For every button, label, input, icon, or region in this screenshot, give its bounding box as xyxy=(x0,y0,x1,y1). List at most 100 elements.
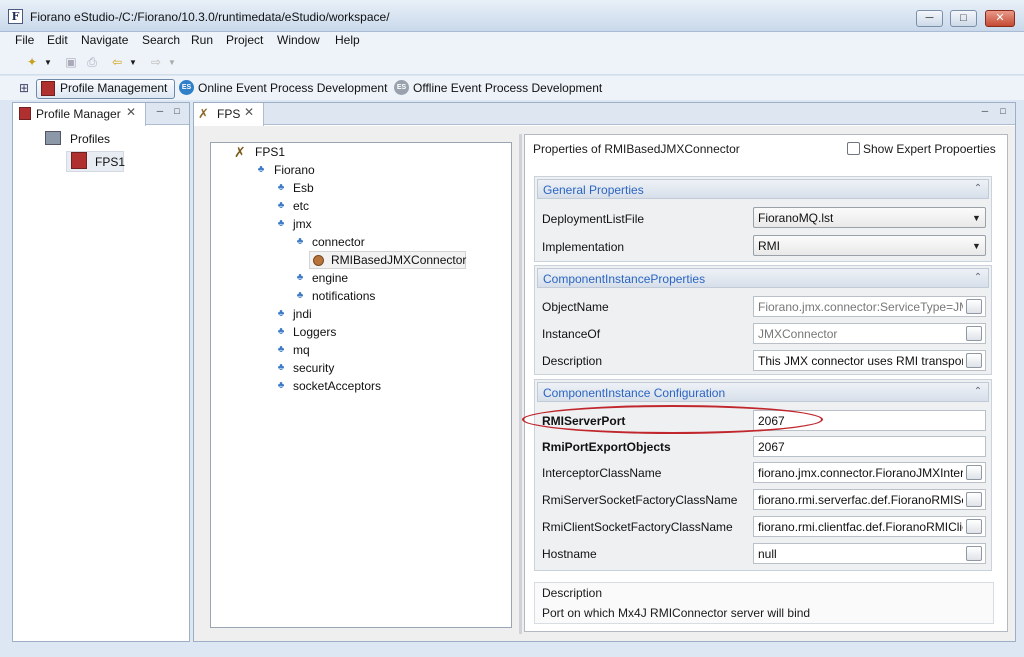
client-socket-factory-label: RmiClientSocketFactoryClassName xyxy=(542,520,733,534)
tree-node-etc[interactable]: etc xyxy=(293,199,309,213)
instance-of-label: InstanceOf xyxy=(542,327,601,341)
general-properties-title: General Properties xyxy=(543,183,644,197)
menu-file[interactable]: File xyxy=(15,33,34,47)
implementation-combo[interactable] xyxy=(753,235,986,256)
back-icon[interactable]: ⇦ xyxy=(109,55,125,70)
component-icon: ♣ xyxy=(277,182,285,193)
fps-tools-icon: ✗ xyxy=(198,106,209,121)
tree-node-jmx[interactable]: jmx xyxy=(293,217,312,231)
interceptor-edit-button[interactable] xyxy=(966,465,982,480)
profiles-node-label[interactable]: Profiles xyxy=(70,132,110,146)
tree-node-engine[interactable]: engine xyxy=(312,271,348,285)
client-socket-factory-value: fiorano.rmi.clientfac.def.FioranoRMIClie… xyxy=(758,520,963,534)
server-socket-factory-edit-button[interactable] xyxy=(966,492,982,507)
menu-search[interactable]: Search xyxy=(142,33,180,47)
new-dropdown-icon[interactable]: ▼ xyxy=(43,55,53,70)
component-icon: ♣ xyxy=(296,272,304,283)
description-box-title: Description xyxy=(542,586,603,600)
close-button[interactable]: ✕ xyxy=(985,10,1015,27)
chevron-down-icon[interactable]: ▼ xyxy=(972,213,981,223)
tree-node-loggers[interactable]: Loggers xyxy=(293,325,336,339)
rmi-port-export-label: RmiPortExportObjects xyxy=(542,440,671,454)
open-perspective-icon[interactable]: ⊞ xyxy=(16,81,32,96)
tree-node-socketacceptors[interactable]: socketAcceptors xyxy=(293,379,381,393)
tree-node-fps1[interactable]: FPS1 xyxy=(255,145,285,159)
close-tab-icon[interactable]: ✕ xyxy=(126,105,136,119)
editor-tabbar xyxy=(194,103,1015,125)
perspective-online-label[interactable]: Online Event Process Development xyxy=(198,81,387,95)
profile-manager-tab-label: Profile Manager xyxy=(36,107,121,121)
maximize-editor-icon[interactable]: □ xyxy=(998,106,1008,116)
component-icon: ♣ xyxy=(296,290,304,301)
component-icon: ♣ xyxy=(277,380,285,391)
instance-properties-title: ComponentInstanceProperties xyxy=(543,272,706,286)
component-icon: ♣ xyxy=(277,200,285,211)
tree-node-notifications[interactable]: notifications xyxy=(312,289,375,303)
fps1-profile-label[interactable]: FPS1 xyxy=(95,155,125,169)
offline-perspective-icon: ES xyxy=(394,80,409,95)
collapse-up-icon[interactable]: ⌃ xyxy=(972,272,984,283)
back-dropdown-icon[interactable]: ▼ xyxy=(128,55,138,70)
menu-run[interactable]: Run xyxy=(191,33,213,47)
profile-management-icon xyxy=(41,81,55,96)
perspective-profile-label: Profile Management xyxy=(60,81,168,95)
menu-project[interactable]: Project xyxy=(226,33,263,47)
instance-of-edit-button[interactable] xyxy=(966,326,982,341)
object-name-label: ObjectName xyxy=(542,300,609,314)
profiles-folder-icon xyxy=(45,131,61,145)
description-label: Description xyxy=(542,354,603,368)
hostname-edit-button[interactable] xyxy=(966,546,982,561)
instance-configuration-title: ComponentInstance Configuration xyxy=(543,386,726,400)
component-icon: ♣ xyxy=(277,308,285,319)
tree-node-jndi[interactable]: jndi xyxy=(293,307,312,321)
tree-node-mq[interactable]: mq xyxy=(293,343,310,357)
tree-node-security[interactable]: security xyxy=(293,361,334,375)
component-icon: ♣ xyxy=(277,344,285,355)
fps1-server-icon: ✗ xyxy=(234,144,246,160)
online-perspective-icon: ES xyxy=(179,80,194,95)
fps-tab-label: FPS xyxy=(217,107,241,121)
panel-splitter[interactable] xyxy=(519,134,522,634)
component-icon: ♣ xyxy=(277,218,285,229)
component-icon: ♣ xyxy=(277,326,285,337)
component-icon: ♣ xyxy=(257,164,265,175)
minimize-button[interactable]: ─ xyxy=(916,10,943,27)
deployment-list-label: DeploymentListFile xyxy=(542,212,645,226)
object-name-edit-button[interactable] xyxy=(966,299,982,314)
collapse-up-icon[interactable]: ⌃ xyxy=(972,183,984,194)
tree-node-fiorano[interactable]: Fiorano xyxy=(274,163,315,177)
hostname-label: Hostname xyxy=(542,547,597,561)
new-icon[interactable]: ✦ xyxy=(24,55,40,70)
print-icon[interactable]: ⎙ xyxy=(84,55,100,70)
client-socket-factory-edit-button[interactable] xyxy=(966,519,982,534)
implementation-label: Implementation xyxy=(542,240,625,254)
object-name-value: Fiorano.jmx.connector:ServiceType=JMXCo xyxy=(758,300,963,314)
description-value: This JMX connector uses RMI transport xyxy=(758,354,963,368)
menu-help[interactable]: Help xyxy=(335,33,360,47)
interceptor-label: InterceptorClassName xyxy=(542,466,662,480)
menu-window[interactable]: Window xyxy=(277,33,320,47)
app-icon: F xyxy=(8,9,23,24)
maximize-button[interactable]: □ xyxy=(950,10,977,27)
menu-navigate[interactable]: Navigate xyxy=(81,33,128,47)
close-fps-tab-icon[interactable]: ✕ xyxy=(244,105,254,119)
description-edit-button[interactable] xyxy=(966,353,982,368)
minimize-view-icon[interactable]: ─ xyxy=(155,106,165,116)
show-expert-checkbox[interactable] xyxy=(847,142,860,155)
forward-dropdown-icon[interactable]: ▼ xyxy=(167,55,177,70)
rmi-port-export-value: 2067 xyxy=(758,440,785,454)
menu-edit[interactable]: Edit xyxy=(47,33,68,47)
chevron-down-icon[interactable]: ▼ xyxy=(972,241,981,251)
save-icon[interactable]: ▣ xyxy=(63,55,79,70)
highlight-annotation xyxy=(522,405,823,434)
maximize-view-icon[interactable]: □ xyxy=(172,106,182,116)
tree-node-connector[interactable]: connector xyxy=(312,235,365,249)
collapse-up-icon[interactable]: ⌃ xyxy=(972,386,984,397)
tree-node-esb[interactable]: Esb xyxy=(293,181,314,195)
tree-node-rmibasedjmxconnector[interactable]: RMIBasedJMXConnector xyxy=(331,253,466,267)
perspective-offline-label[interactable]: Offline Event Process Development xyxy=(413,81,602,95)
fps1-profile-icon xyxy=(71,152,87,169)
forward-icon[interactable]: ⇨ xyxy=(148,55,164,70)
server-socket-factory-label: RmiServerSocketFactoryClassName xyxy=(542,493,738,507)
minimize-editor-icon[interactable]: ─ xyxy=(980,106,990,116)
